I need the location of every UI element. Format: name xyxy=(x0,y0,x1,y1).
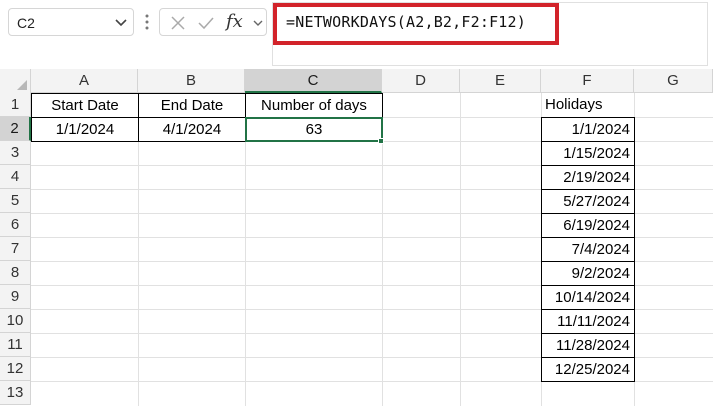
holiday-cell[interactable]: 9/2/2024 xyxy=(541,261,635,286)
holiday-cell[interactable]: 1/15/2024 xyxy=(541,141,635,166)
row-header[interactable]: 1 xyxy=(0,93,31,117)
chevron-down-icon[interactable] xyxy=(252,16,264,30)
cell-c2[interactable]: 63 xyxy=(245,117,383,142)
holiday-cell[interactable]: 11/11/2024 xyxy=(541,309,635,334)
insert-function-icon[interactable]: fx xyxy=(226,11,243,32)
cell-f1[interactable]: Holidays xyxy=(541,93,635,117)
row-header[interactable]: 7 xyxy=(0,237,31,261)
holiday-cell[interactable]: 5/27/2024 xyxy=(541,189,635,214)
select-all-corner[interactable] xyxy=(0,69,31,93)
row-header[interactable]: 4 xyxy=(0,165,31,189)
holiday-cell[interactable]: 1/1/2024 xyxy=(541,117,635,142)
holiday-cell[interactable]: 6/19/2024 xyxy=(541,213,635,238)
enter-check-icon[interactable] xyxy=(198,15,214,31)
row-header[interactable]: 8 xyxy=(0,261,31,285)
column-header-d[interactable]: D xyxy=(382,69,460,93)
column-header-c[interactable]: C xyxy=(245,69,382,93)
holiday-cell[interactable]: 7/4/2024 xyxy=(541,237,635,262)
row-header[interactable]: 2 xyxy=(0,117,31,141)
formula-controls: fx xyxy=(159,8,267,36)
fill-handle[interactable] xyxy=(378,138,384,144)
holiday-header-rule xyxy=(541,117,635,118)
column-header-e[interactable]: E xyxy=(460,69,541,93)
cancel-icon[interactable] xyxy=(170,15,186,31)
row-header[interactable]: 13 xyxy=(0,381,31,405)
row-header[interactable]: 3 xyxy=(0,141,31,165)
holiday-cell[interactable]: 2/19/2024 xyxy=(541,165,635,190)
row-header[interactable]: 6 xyxy=(0,213,31,237)
cell-b1[interactable]: End Date xyxy=(138,93,246,118)
name-box[interactable]: C2 xyxy=(8,8,134,36)
cell-c1[interactable]: Number of days xyxy=(245,93,383,118)
column-header-g[interactable]: G xyxy=(634,69,713,93)
column-header-b[interactable]: B xyxy=(138,69,245,93)
row-header[interactable]: 9 xyxy=(0,285,31,309)
row-header[interactable]: 5 xyxy=(0,189,31,213)
column-header-a[interactable]: A xyxy=(31,69,138,93)
holiday-cell[interactable]: 10/14/2024 xyxy=(541,285,635,310)
row-header[interactable]: 10 xyxy=(0,309,31,333)
row-header[interactable]: 11 xyxy=(0,333,31,357)
row-header[interactable]: 12 xyxy=(0,357,31,381)
column-header-f[interactable]: F xyxy=(541,69,634,93)
cell-a2[interactable]: 1/1/2024 xyxy=(31,117,139,142)
formula-bar: C2 fx =NETWORKDAYS(A2,B2,F2:F12) xyxy=(0,0,713,69)
cell-a1[interactable]: Start Date xyxy=(31,93,139,118)
more-options-icon[interactable] xyxy=(143,12,151,32)
holiday-cell[interactable]: 12/25/2024 xyxy=(541,357,635,382)
holiday-cell[interactable]: 11/28/2024 xyxy=(541,333,635,358)
name-box-value: C2 xyxy=(17,15,35,31)
cell-b2[interactable]: 4/1/2024 xyxy=(138,117,246,142)
formula-text: =NETWORKDAYS(A2,B2,F2:F12) xyxy=(286,13,526,31)
chevron-down-icon[interactable] xyxy=(113,14,129,30)
